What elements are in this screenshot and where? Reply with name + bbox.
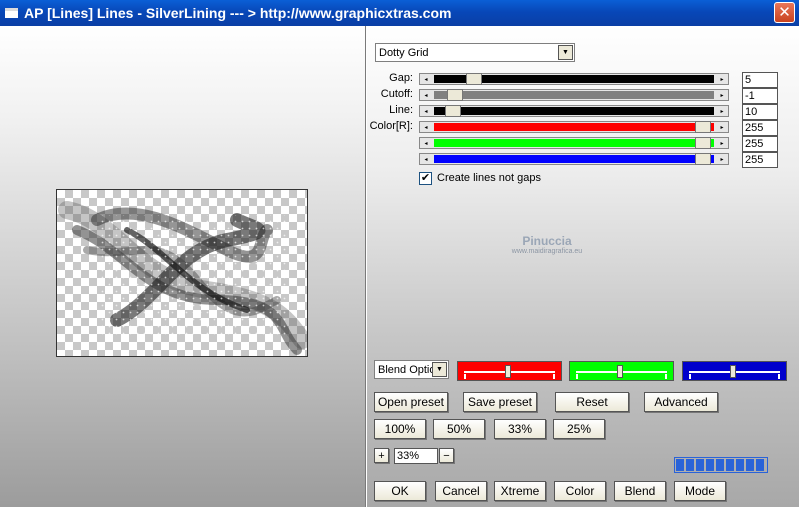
arrow-right-icon[interactable]: ▸	[716, 90, 728, 100]
slider-value-field[interactable]: 10	[742, 104, 778, 120]
slider-fill	[434, 155, 714, 163]
slider-track[interactable]: ◂ ▸	[419, 121, 729, 133]
arrow-left-icon[interactable]: ◂	[420, 90, 432, 100]
xtreme-button[interactable]: Xtreme	[494, 481, 546, 501]
slider-track[interactable]: ◂ ▸	[419, 89, 729, 101]
progress-segment	[676, 459, 684, 471]
progress-segment	[686, 459, 694, 471]
preset-dropdown-value: Dotty Grid	[379, 46, 429, 59]
advanced-button[interactable]: Advanced	[644, 392, 718, 412]
create-lines-checkbox[interactable]: ✔	[419, 172, 432, 185]
slider-track[interactable]: ◂ ▸	[419, 137, 729, 149]
slider-fill	[434, 107, 714, 115]
slider-thumb[interactable]	[694, 137, 711, 149]
progress-segment	[736, 459, 744, 471]
slider-fill	[434, 123, 714, 131]
window-icon	[5, 8, 18, 18]
slider-label: Color[R]:	[369, 120, 413, 132]
slider-label: Cutoff:	[380, 88, 413, 100]
slider-thumb[interactable]	[694, 153, 711, 165]
open-preset-button[interactable]: Open preset	[374, 392, 448, 412]
slider-tick	[553, 374, 555, 379]
slider-thumb[interactable]	[444, 105, 461, 117]
preview-pane	[0, 26, 365, 507]
slider-value-field[interactable]: 255	[742, 136, 778, 152]
chevron-down-icon[interactable]: ▼	[432, 362, 447, 377]
reset-button[interactable]: Reset	[555, 392, 629, 412]
arrow-right-icon[interactable]: ▸	[716, 138, 728, 148]
progress-indicator	[674, 457, 768, 473]
progress-segment	[696, 459, 704, 471]
slider-thumb[interactable]	[465, 73, 482, 85]
blend-button[interactable]: Blend	[614, 481, 666, 501]
slider-thumb[interactable]	[729, 365, 736, 378]
slider-track[interactable]: ◂ ▸	[419, 153, 729, 165]
slider-value-field[interactable]: 255	[742, 120, 778, 136]
progress-segment	[746, 459, 754, 471]
slider-tick	[665, 374, 667, 379]
save-preset-button[interactable]: Save preset	[463, 392, 537, 412]
color-adjust-slider[interactable]	[569, 361, 674, 381]
zoom-33-button[interactable]: 33%	[494, 419, 546, 439]
zoom-50-button[interactable]: 50%	[433, 419, 485, 439]
zoom-minus-button[interactable]: −	[439, 448, 454, 463]
slider-tick	[689, 374, 691, 379]
slider-value-field[interactable]: -1	[742, 88, 778, 104]
progress-segment	[716, 459, 724, 471]
zoom-plus-button[interactable]: +	[374, 448, 389, 463]
cancel-button[interactable]: Cancel	[435, 481, 487, 501]
slider-thumb[interactable]	[447, 89, 464, 101]
mode-button[interactable]: Mode	[674, 481, 726, 501]
progress-segment	[726, 459, 734, 471]
blend-options-dropdown[interactable]: Blend Optio ▼	[374, 360, 449, 379]
slider-track[interactable]: ◂ ▸	[419, 105, 729, 117]
arrow-left-icon[interactable]: ◂	[420, 138, 432, 148]
slider-thumb[interactable]	[694, 121, 711, 133]
close-button[interactable]: ✕	[774, 2, 795, 23]
chevron-down-icon[interactable]: ▼	[558, 45, 573, 60]
arrow-right-icon[interactable]: ▸	[716, 154, 728, 164]
slider-label: Line:	[389, 104, 413, 116]
window-title: AP [Lines] Lines - SilverLining --- > ht…	[24, 5, 452, 21]
slider-tick	[778, 374, 780, 379]
arrow-left-icon[interactable]: ◂	[420, 106, 432, 116]
arrow-left-icon[interactable]: ◂	[420, 74, 432, 84]
arrow-left-icon[interactable]: ◂	[420, 154, 432, 164]
slider-tick	[576, 374, 578, 379]
watermark-title: Pinuccia	[522, 234, 572, 248]
slider-fill	[434, 91, 714, 99]
progress-segment	[756, 459, 764, 471]
arrow-right-icon[interactable]: ▸	[716, 106, 728, 116]
controls-pane: Dotty Grid ▼ Gap: ◂ ▸ 5 Cutoff: ◂ ▸ -1 Line: ◂ ▸ 10…	[367, 26, 799, 507]
ok-button[interactable]: OK	[374, 481, 426, 501]
watermark: Pinuccia www.maidiragrafica.eu	[487, 234, 607, 255]
slider-track[interactable]: ◂ ▸	[419, 73, 729, 85]
zoom-value-field[interactable]: 33%	[394, 448, 438, 464]
zoom-25-button[interactable]: 25%	[553, 419, 605, 439]
progress-segment	[706, 459, 714, 471]
arrow-right-icon[interactable]: ▸	[716, 122, 728, 132]
zoom-100-button[interactable]: 100%	[374, 419, 426, 439]
arrow-right-icon[interactable]: ▸	[716, 74, 728, 84]
slider-thumb[interactable]	[504, 365, 511, 378]
blend-options-value: Blend Optio	[378, 363, 434, 376]
slider-value-field[interactable]: 255	[742, 152, 778, 168]
preview-image	[56, 189, 308, 357]
silver-lining-preview	[58, 201, 307, 355]
preset-dropdown[interactable]: Dotty Grid ▼	[375, 43, 575, 62]
slider-label: Gap:	[389, 72, 413, 84]
color-adjust-slider[interactable]	[682, 361, 787, 381]
slider-tick	[464, 374, 466, 379]
arrow-left-icon[interactable]: ◂	[420, 122, 432, 132]
slider-value-field[interactable]: 5	[742, 72, 778, 88]
slider-fill	[434, 139, 714, 147]
title-bar: AP [Lines] Lines - SilverLining --- > ht…	[0, 0, 799, 26]
slider-thumb[interactable]	[616, 365, 623, 378]
create-lines-label: Create lines not gaps	[437, 172, 541, 184]
watermark-url: www.maidiragrafica.eu	[511, 248, 583, 255]
color-adjust-slider[interactable]	[457, 361, 562, 381]
color-button[interactable]: Color	[554, 481, 606, 501]
